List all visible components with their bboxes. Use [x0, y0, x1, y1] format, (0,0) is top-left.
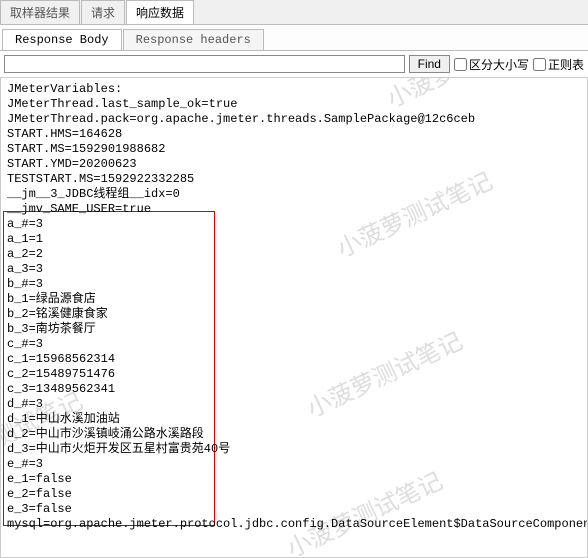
tab-sampler-result[interactable]: 取样器结果 — [0, 0, 80, 24]
text-line: b_#=3 — [7, 277, 581, 292]
text-line: JMeterThread.last_sample_ok=true — [7, 97, 581, 112]
find-button[interactable]: Find — [409, 55, 450, 73]
case-sensitive-label[interactable]: 区分大小写 — [454, 56, 529, 73]
text-line: START.HMS=164628 — [7, 127, 581, 142]
text-line: mysql=org.apache.jmeter.protocol.jdbc.co… — [7, 517, 581, 532]
regex-label[interactable]: 正则表 — [533, 56, 584, 73]
text-line: d_2=中山市沙溪镇岐涌公路水溪路段 — [7, 427, 581, 442]
tab-response-data[interactable]: 响应数据 — [126, 0, 194, 24]
regex-text: 正则表 — [548, 56, 584, 73]
text-line: b_2=铭溪健康食家 — [7, 307, 581, 322]
case-sensitive-checkbox[interactable] — [454, 58, 467, 71]
text-line: __jmv_SAME_USER=true — [7, 202, 581, 217]
text-line: c_1=15968562314 — [7, 352, 581, 367]
response-body-area[interactable]: 小菠萝测试笔记 小菠萝测试笔记 小菠萝测试笔记 小菠萝测试笔记 小菠萝测试笔记 … — [0, 78, 588, 558]
search-input[interactable] — [4, 55, 405, 73]
text-line: e_3=false — [7, 502, 581, 517]
text-line: a_#=3 — [7, 217, 581, 232]
text-line: a_1=1 — [7, 232, 581, 247]
text-line: a_3=3 — [7, 262, 581, 277]
text-line: c_#=3 — [7, 337, 581, 352]
text-line: d_1=中山水溪加油站 — [7, 412, 581, 427]
content-lines: JMeterVariables: JMeterThread.last_sampl… — [7, 82, 581, 532]
tab-response-headers[interactable]: Response headers — [123, 29, 264, 50]
text-line: JMeterVariables: — [7, 82, 581, 97]
text-line: __jm__3_JDBC线程组__idx=0 — [7, 187, 581, 202]
text-line: START.YMD=20200623 — [7, 157, 581, 172]
text-line: d_3=中山市火炬开发区五星村富贵苑40号 — [7, 442, 581, 457]
text-line: JMeterThread.pack=org.apache.jmeter.thre… — [7, 112, 581, 127]
text-line: e_1=false — [7, 472, 581, 487]
text-line: b_1=绿品源食店 — [7, 292, 581, 307]
text-line: START.MS=1592901988682 — [7, 142, 581, 157]
search-toolbar: Find 区分大小写 正则表 — [0, 51, 588, 78]
text-line: c_3=13489562341 — [7, 382, 581, 397]
regex-checkbox[interactable] — [533, 58, 546, 71]
tab-response-body[interactable]: Response Body — [2, 29, 122, 50]
text-line: a_2=2 — [7, 247, 581, 262]
text-line: d_#=3 — [7, 397, 581, 412]
case-sensitive-text: 区分大小写 — [469, 56, 529, 73]
text-line: e_2=false — [7, 487, 581, 502]
inner-tabs: Response Body Response headers — [0, 25, 588, 51]
tab-request[interactable]: 请求 — [81, 0, 125, 24]
text-line: c_2=15489751476 — [7, 367, 581, 382]
text-line: TESTSTART.MS=1592922332285 — [7, 172, 581, 187]
text-line: b_3=南坊茶餐厅 — [7, 322, 581, 337]
outer-tabs: 取样器结果 请求 响应数据 — [0, 0, 588, 25]
text-line: e_#=3 — [7, 457, 581, 472]
